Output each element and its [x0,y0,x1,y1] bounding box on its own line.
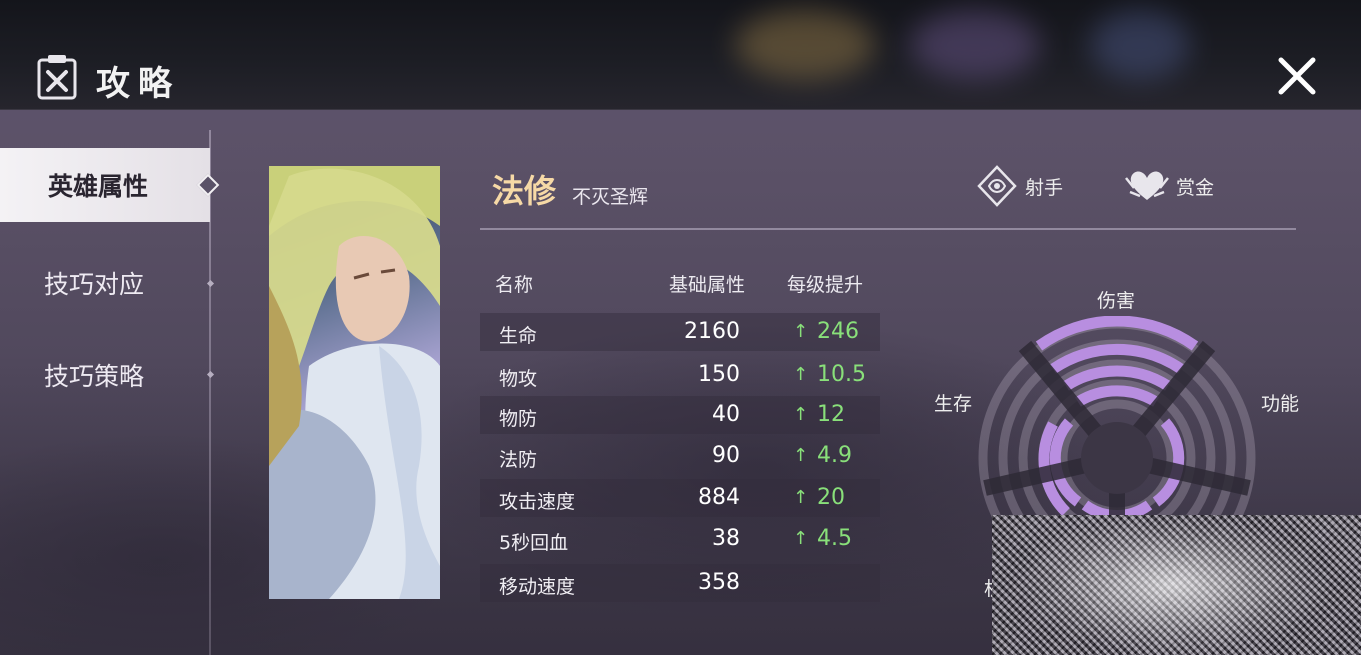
divider-line [480,228,1296,230]
stat-name: 5秒回血 [499,532,569,554]
hero-title: 不灭圣辉 [572,186,649,208]
sidebar-item-label: 英雄属性 [48,172,149,201]
role-label: 赏金 [1176,176,1215,199]
arrow-up-icon: ↑ [793,487,809,508]
stat-name: 法防 [499,449,538,471]
table-row: 法防 90 ↑ 4.9 [480,437,880,475]
role-bounty: 赏金 [1124,164,1214,208]
table-row: 移动速度 358 [480,564,880,602]
stat-base: 90 [712,443,740,468]
stat-base: 358 [698,570,740,595]
stat-name: 移动速度 [499,576,576,598]
guide-book-icon [37,55,77,100]
close-icon[interactable] [1273,52,1321,100]
column-header-per-level: 每级提升 [787,274,864,296]
radar-label-utility: 功能 [1261,393,1300,415]
radar-label-damage: 伤害 [1097,290,1136,312]
hero-portrait [269,166,440,599]
role-marksman: 射手 [975,164,1063,208]
stat-base: 40 [712,402,740,427]
table-row: 物防 40 ↑ 12 [480,396,880,434]
sidebar-item-skill-counters[interactable]: 技巧对应 [0,246,210,320]
page-title: 攻略 [96,64,180,104]
table-row: 生命 2160 ↑ 246 [480,313,880,351]
stat-increase: 20 [817,485,845,510]
sidebar-item-skill-strategy[interactable]: 技巧策略 [0,338,210,412]
column-header-name: 名称 [495,274,534,296]
top-bar [0,0,1361,110]
header-glow [910,10,1040,80]
sidebar-item-hero-attributes[interactable]: 英雄属性 [0,148,210,222]
table-row: 5秒回血 38 ↑ 4.5 [480,520,880,558]
arrow-up-icon: ↑ [793,404,809,425]
marksman-icon [977,165,1017,207]
table-row: 攻击速度 884 ↑ 20 [480,479,880,517]
header-glow [735,10,875,80]
table-row: 物攻 150 ↑ 10.5 [480,356,880,394]
arrow-up-icon: ↑ [793,445,809,466]
stat-increase: 4.5 [817,526,852,551]
stat-name: 物防 [499,408,538,430]
sidebar-item-label: 技巧策略 [44,362,145,391]
arrow-up-icon: ↑ [793,364,809,385]
arrow-up-icon: ↑ [793,528,809,549]
header-glow [1090,10,1190,80]
sidebar-item-label: 技巧对应 [44,270,145,299]
stat-name: 攻击速度 [499,491,576,513]
hero-portrait-art [269,166,440,599]
stat-increase: 4.9 [817,443,852,468]
stat-base: 38 [712,526,740,551]
bounty-icon [1125,171,1169,200]
stat-name: 物攻 [499,368,538,390]
qr-code-overlay [992,515,1361,655]
stat-name: 生命 [499,325,538,347]
role-label: 射手 [1025,176,1064,199]
hero-name: 法修 [492,172,557,210]
stat-base: 2160 [684,319,740,344]
arrow-up-icon: ↑ [793,321,809,342]
stat-increase: 12 [817,402,845,427]
column-header-base: 基础属性 [669,274,746,296]
stat-base: 150 [698,362,740,387]
stat-increase: 10.5 [817,362,866,387]
stat-increase: 246 [817,319,859,344]
stat-base: 884 [698,485,740,510]
radar-label-survival: 生存 [934,393,973,415]
